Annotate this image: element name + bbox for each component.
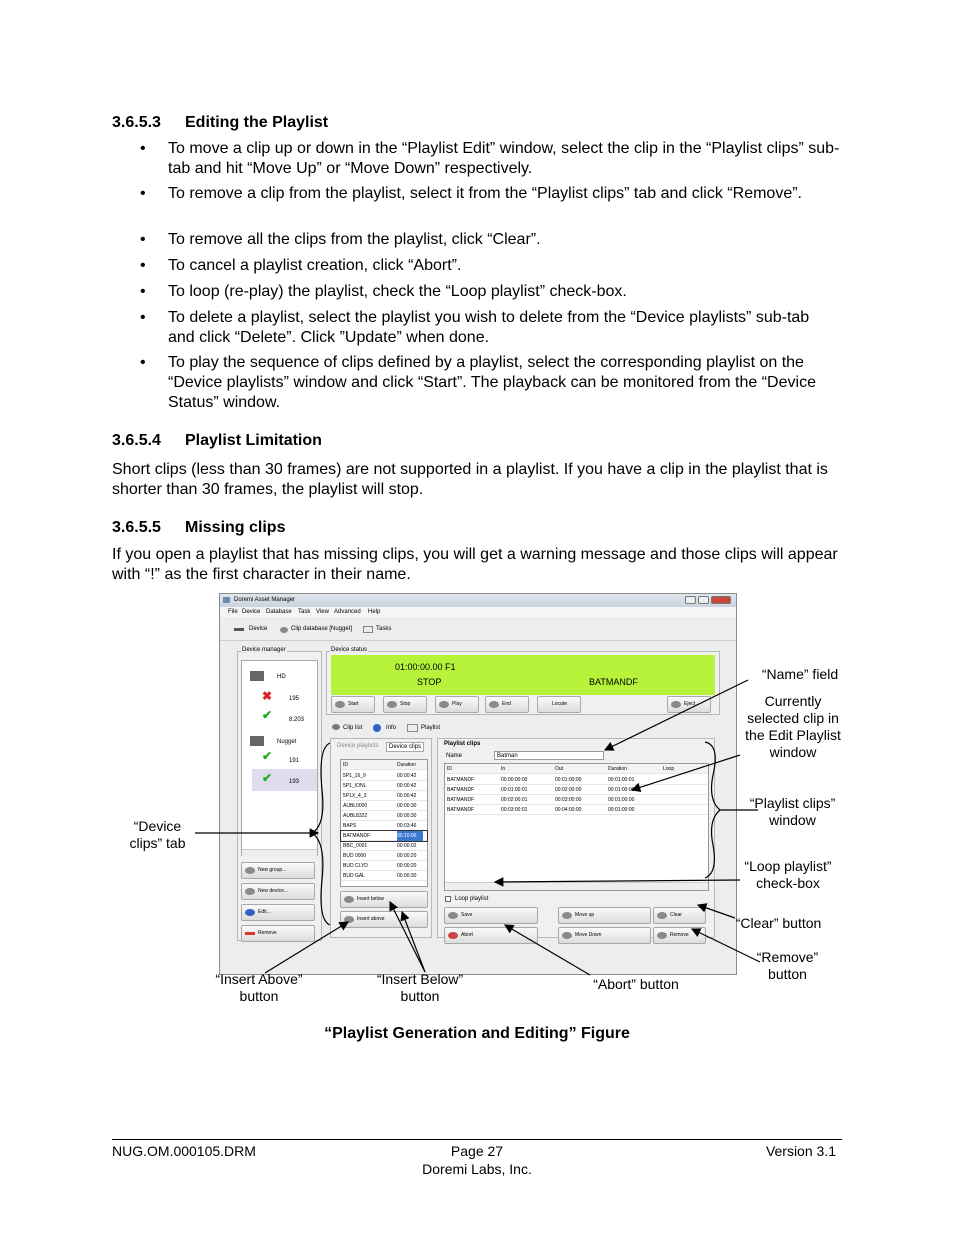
annotation-abort: “Abort” button <box>593 976 679 992</box>
caption-rest: ” Figure <box>568 1025 630 1042</box>
footer-version: Version 3.1 <box>765 1143 836 1159</box>
annotation-clear: “Clear” button <box>735 915 822 931</box>
annotation-arrows <box>195 679 761 976</box>
annotation-name-field: “Name” field <box>761 666 839 682</box>
annotation-playlist-clips: “Playlist clips” window <box>749 795 836 828</box>
annotation-loop-playlist: “Loop playlist” check-box <box>744 858 832 891</box>
annotation-insert-below: “Insert Below” button <box>376 971 464 1004</box>
annotation-remove: “Remove” button <box>756 949 819 982</box>
annotation-current-clip: Currently selected clip in the Edit Play… <box>745 693 841 760</box>
footer-company: Doremi Labs, Inc. <box>422 1161 532 1177</box>
annotation-device-clips: “Device clips” tab <box>129 818 186 851</box>
footer-rule <box>112 1139 842 1140</box>
annotation-insert-above: “Insert Above” button <box>215 971 303 1004</box>
figure-caption: “Playlist Generation and Editing” Figure <box>0 1025 954 1043</box>
caption-bold: “Playlist Generation and Editing <box>324 1025 569 1042</box>
